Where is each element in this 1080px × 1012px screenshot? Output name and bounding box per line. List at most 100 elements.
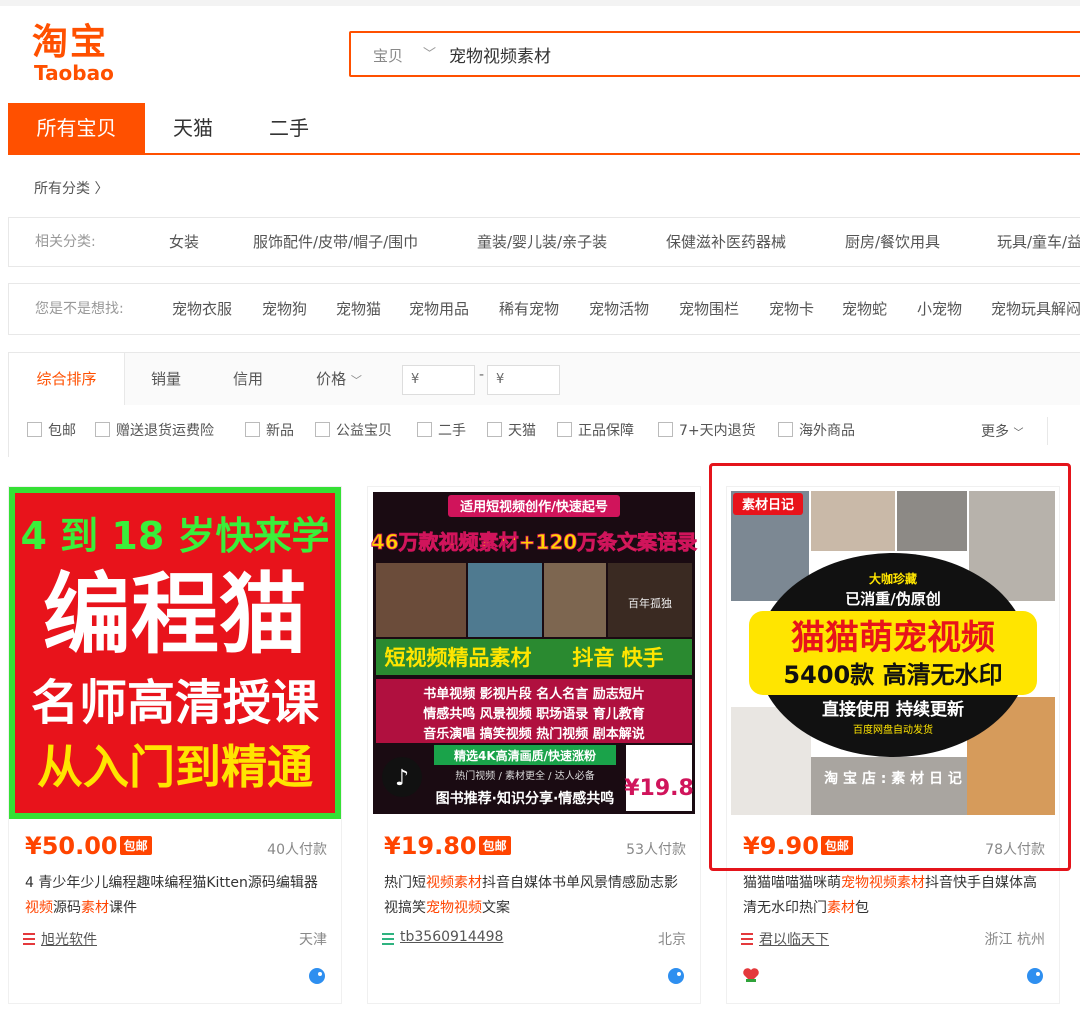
search-type-select[interactable]: 宝贝 [373, 45, 403, 66]
image-text: 抖音 快手 [572, 646, 663, 670]
checkbox[interactable] [417, 422, 432, 437]
checkbox[interactable] [27, 422, 42, 437]
product-image[interactable]: 适用短视频创作/快速起号 46万款视频素材+120万条文案语录 百年孤独 短视频… [368, 487, 700, 819]
filter-label: 二手 [438, 423, 466, 439]
wangwang-chat-icon[interactable] [666, 965, 686, 985]
chevron-down-icon[interactable]: ﹀ [423, 43, 436, 62]
product-title[interactable]: 热门短视频素材抖音自媒体书单风景情感励志影视搞笑宠物视频文案 [384, 871, 689, 921]
sort-credit[interactable]: 信用 [207, 353, 289, 405]
sort-price[interactable]: 价格 ﹀ [299, 353, 379, 405]
shop-link[interactable]: 旭光软件 [41, 929, 97, 949]
related-categories-label: 相关分类: [35, 234, 96, 250]
filter-new[interactable]: 新品 [245, 421, 294, 443]
title-part-highlight: 素材 [827, 900, 855, 916]
filter-genuine[interactable]: 正品保障 [557, 421, 634, 443]
category-item[interactable]: 服饰配件/皮带/帽子/围巾 [253, 218, 418, 266]
title-part: 课件 [109, 900, 137, 916]
tab-tmall[interactable]: 天猫 [145, 103, 241, 153]
price-max-input[interactable]: ¥ [487, 365, 560, 395]
product-title[interactable]: 猫猫喵喵猫咪萌宠物视频素材抖音快手自媒体高清无水印热门素材包 [743, 871, 1048, 921]
suggestion-item[interactable]: 宠物用品 [409, 284, 469, 334]
logo-cn: 淘宝 [32, 22, 109, 63]
checkbox[interactable] [557, 422, 572, 437]
shop-location: 北京 [658, 932, 686, 948]
filter-return-insurance[interactable]: 赠送退货运费险 [95, 421, 214, 443]
shop-link[interactable]: tb3560914498 [400, 929, 503, 945]
filter-line: 包邮 赠送退货运费险 新品 公益宝贝 二手 天猫 正品保障 7+天内退货 海外商… [9, 405, 1080, 458]
filter-free-shipping[interactable]: 包邮 [27, 421, 76, 443]
sort-default[interactable]: 综合排序 [9, 353, 125, 405]
image-text: 百年孤独 [628, 596, 672, 610]
product-card[interactable]: 4 到 18 岁快来学 编程猫 名师高清授课 从入门到精通 ¥50.00 包邮 4… [8, 486, 342, 1004]
filter-overseas[interactable]: 海外商品 [778, 421, 855, 443]
suggestion-item[interactable]: 宠物衣服 [172, 284, 232, 334]
did-you-mean-label: 您是不是想找: [35, 301, 124, 317]
taobao-search-page: 淘宝 Taobao 宝贝 ﹀ 所有宝贝 天猫 二手 所有分类 〉 相关分类: 女… [0, 0, 1080, 1012]
search-box: 宝贝 ﹀ [349, 31, 1080, 77]
category-item[interactable]: 童装/婴儿装/亲子装 [477, 218, 607, 266]
title-part: 热门短 [384, 875, 426, 891]
image-text: 百度网盘自动发货 [853, 723, 933, 736]
product-card[interactable]: 素材日记 大咖珍藏 已消重/伪原创 猫猫萌宠视频 5400款 高清无水印 直接使… [726, 486, 1060, 1004]
checkbox[interactable] [245, 422, 260, 437]
product-card[interactable]: 适用短视频创作/快速起号 46万款视频素材+120万条文案语录 百年孤独 短视频… [367, 486, 701, 1004]
checkbox[interactable] [95, 422, 110, 437]
suggestion-item[interactable]: 小宠物 [917, 284, 962, 334]
did-you-mean-row: 您是不是想找: 宠物衣服 宠物狗 宠物猫 宠物用品 稀有宠物 宠物活物 宠物围栏… [8, 283, 1080, 335]
more-filters-button[interactable]: 更多 ﹀ [981, 421, 1023, 441]
category-item[interactable]: 厨房/餐饮用具 [845, 218, 940, 266]
category-item[interactable]: 玩具/童车/益 [997, 218, 1080, 266]
checkbox[interactable] [778, 422, 793, 437]
sort-filter-bar: 综合排序 销量 信用 价格 ﹀ ¥ - ¥ 包邮 赠送退货运费险 新品 公益宝贝… [8, 352, 1080, 458]
sort-sales[interactable]: 销量 [125, 353, 207, 405]
product-price: ¥9.90 包邮 [743, 832, 853, 860]
image-text: 情感共鸣 风景视频 职场语录 育儿教育 [423, 706, 645, 722]
shop-level-icon [23, 933, 35, 947]
suggestion-item[interactable]: 宠物卡 [769, 284, 814, 334]
category-item[interactable]: 保健滋补医药器械 [666, 218, 786, 266]
suggestion-item[interactable]: 宠物玩具解闷 [991, 284, 1080, 334]
checkbox[interactable] [487, 422, 502, 437]
product-price: ¥19.80 包邮 [384, 832, 511, 860]
image-text: 名师高清授课 [31, 675, 320, 731]
suggestion-item[interactable]: 稀有宠物 [499, 284, 559, 334]
wangwang-chat-icon[interactable] [1025, 965, 1045, 985]
checkbox[interactable] [658, 422, 673, 437]
tab-secondhand[interactable]: 二手 [241, 103, 337, 153]
suggestion-item[interactable]: 宠物围栏 [679, 284, 739, 334]
chevron-down-icon: ﹀ [350, 374, 362, 387]
suggestion-item[interactable]: 宠物活物 [589, 284, 649, 334]
wangwang-chat-icon[interactable] [307, 965, 327, 985]
filter-tmall[interactable]: 天猫 [487, 421, 536, 443]
taobao-logo[interactable]: 淘宝 Taobao [32, 24, 132, 86]
tiktok-icon: ♪ [395, 766, 409, 791]
filter-secondhand[interactable]: 二手 [417, 421, 466, 443]
shop-level-icon [741, 933, 753, 947]
suggestion-item[interactable]: 宠物猫 [336, 284, 381, 334]
category-item[interactable]: 女装 [169, 218, 199, 266]
product-title[interactable]: 4 青少年少儿编程趣味编程猫Kitten源码编辑器 视频源码素材课件 [25, 871, 330, 921]
checkbox[interactable] [315, 422, 330, 437]
breadcrumb-all-categories[interactable]: 所有分类 〉 [34, 178, 108, 198]
image-text: 编程猫 [43, 563, 307, 666]
product-image[interactable]: 4 到 18 岁快来学 编程猫 名师高清授课 从入门到精通 [9, 487, 341, 819]
suggestion-item[interactable]: 宠物蛇 [842, 284, 887, 334]
tab-all-items[interactable]: 所有宝贝 [8, 103, 145, 153]
price-min-input[interactable]: ¥ [402, 365, 475, 395]
image-text: 4 到 18 岁快来学 [20, 514, 329, 558]
title-part: 文案 [482, 900, 510, 916]
filter-7day-return[interactable]: 7+天内退货 [658, 421, 756, 443]
image-text: 46万款视频素材+120万条文案语录 [371, 530, 697, 554]
free-shipping-badge: 包邮 [119, 836, 152, 855]
filter-charity[interactable]: 公益宝贝 [315, 421, 392, 443]
product-image[interactable]: 素材日记 大咖珍藏 已消重/伪原创 猫猫萌宠视频 5400款 高清无水印 直接使… [727, 487, 1059, 819]
title-part-highlight: 素材 [81, 900, 109, 916]
search-input[interactable] [449, 41, 1049, 67]
suggestion-item[interactable]: 宠物狗 [262, 284, 307, 334]
image-text: 大咖珍藏 [869, 571, 917, 586]
image-text: 图书推荐·知识分享·情感共鸣 [436, 790, 615, 807]
sort-price-label: 价格 [316, 370, 347, 388]
filter-label: 天猫 [508, 423, 536, 439]
shop-link[interactable]: 君以临天下 [759, 929, 829, 949]
image-text: 书单视频 影视片段 名人名言 励志短片 [423, 686, 645, 702]
